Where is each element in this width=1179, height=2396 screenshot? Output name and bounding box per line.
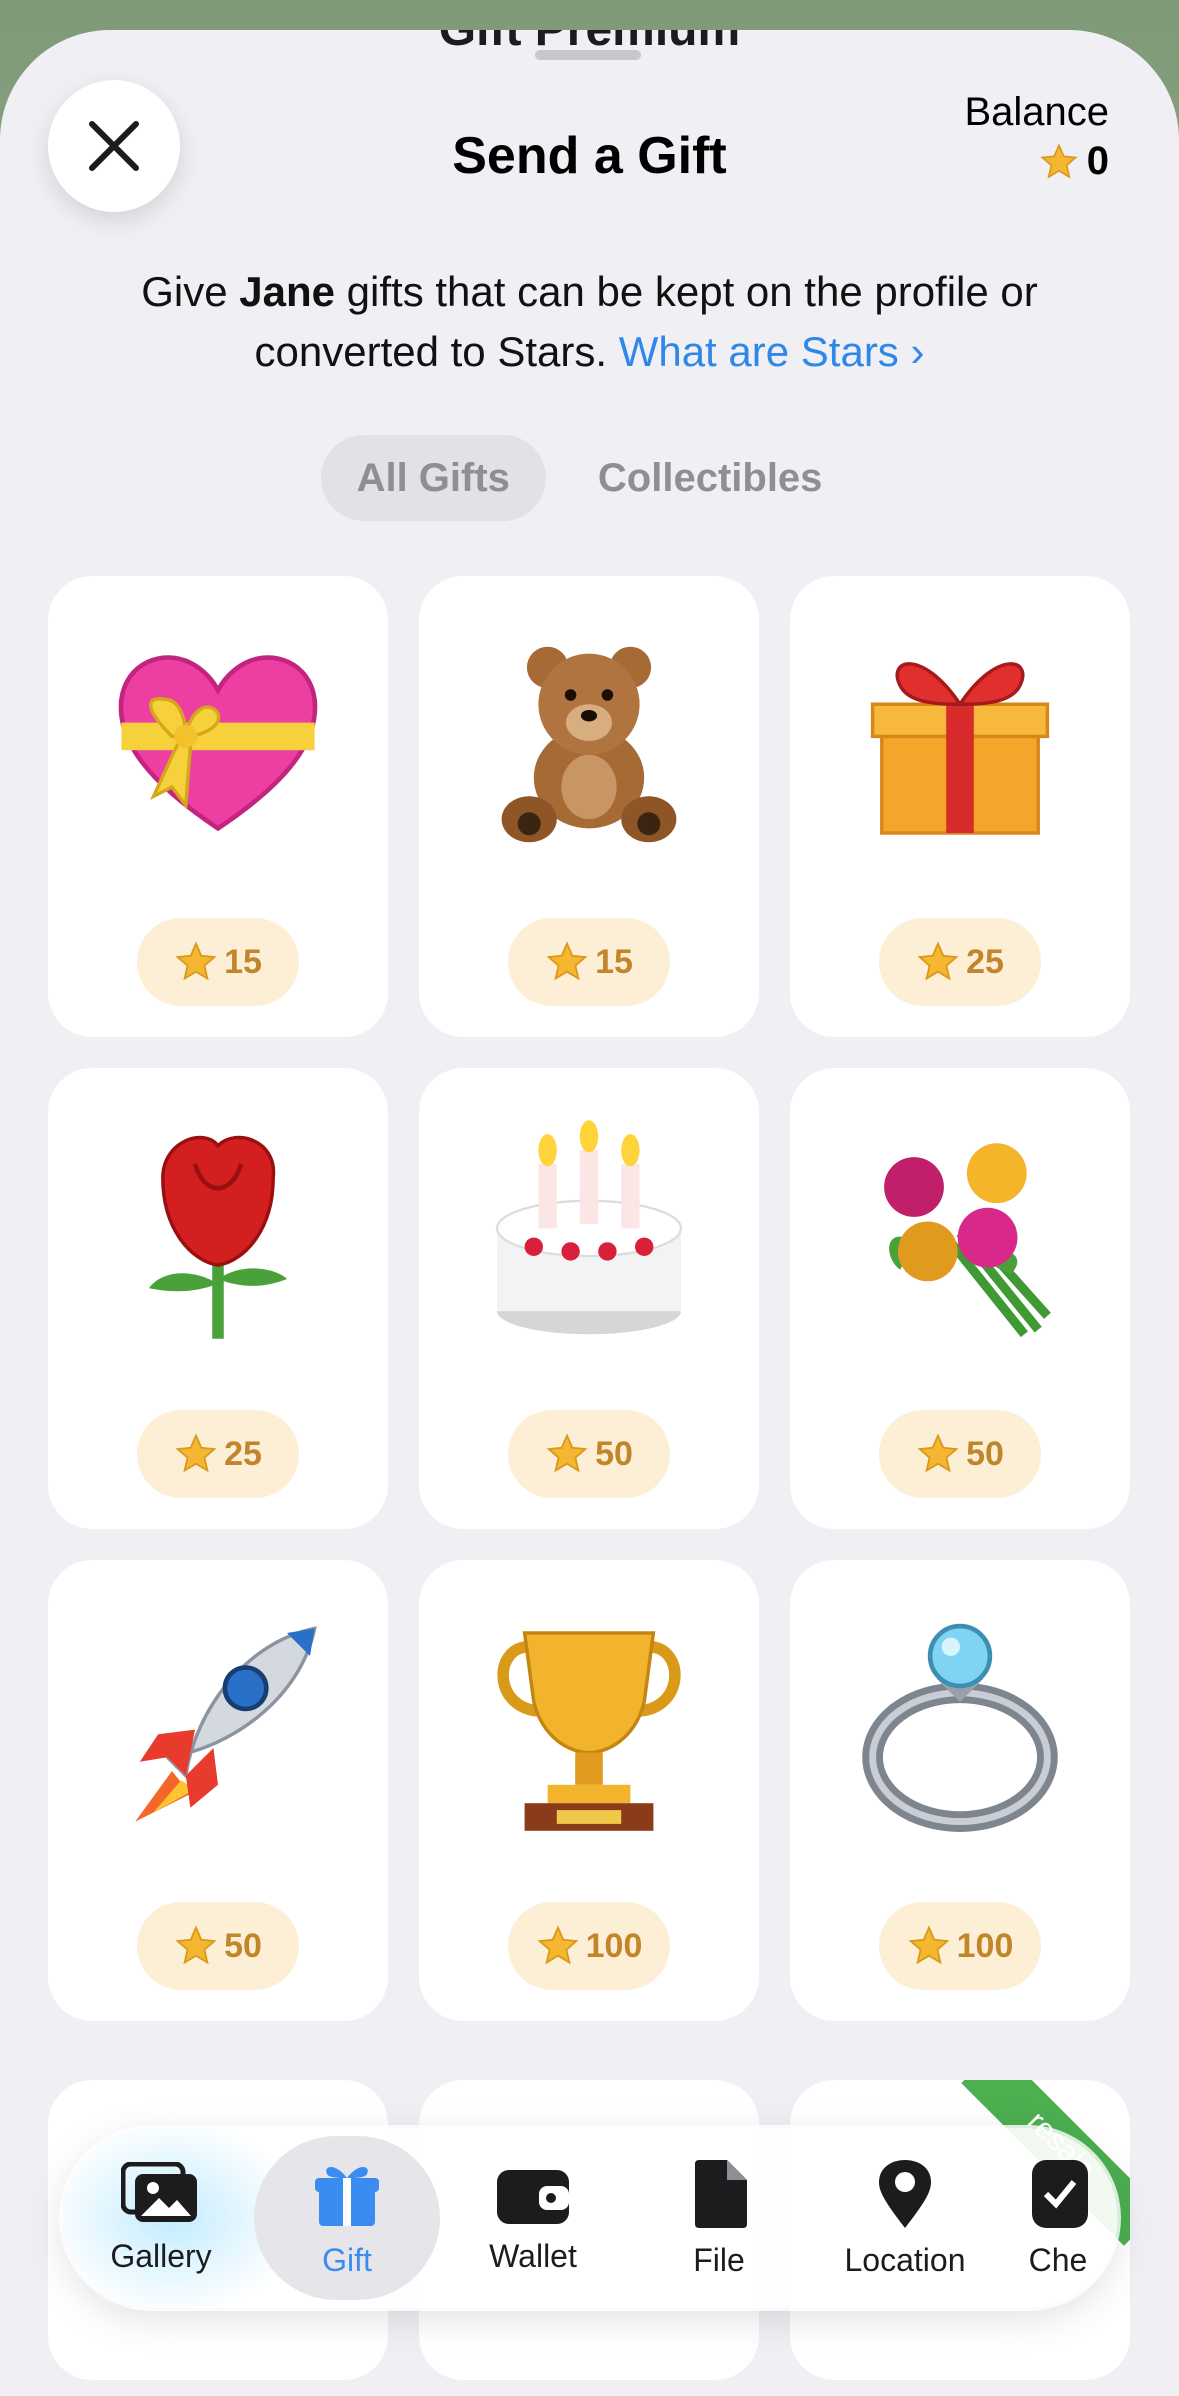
star-icon: [546, 941, 588, 981]
balance-label: Balance: [964, 90, 1109, 134]
star-icon: [1040, 142, 1078, 179]
bouquet-icon: [884, 1143, 1051, 1338]
price-label: 15: [224, 942, 262, 981]
gift-sheet: Gift Premium Send a Gift Balance 0 Give …: [0, 30, 1179, 2396]
price-label: 50: [224, 1926, 262, 1965]
tab-file[interactable]: File: [626, 2136, 812, 2300]
star-icon: [175, 941, 217, 981]
price-pill: 25: [137, 1410, 299, 1498]
price-pill: 15: [508, 918, 670, 1006]
ring-icon: [862, 1623, 1058, 1832]
rocket-icon: [135, 1626, 317, 1822]
gift-card[interactable]: 100: [419, 1560, 759, 2021]
star-icon: [546, 1433, 588, 1473]
tab-gallery-label: Gallery: [110, 2237, 212, 2274]
gift-card[interactable]: 15: [419, 576, 759, 1037]
file-icon: [695, 2159, 747, 2228]
price-label: 50: [966, 1434, 1004, 1473]
star-icon: [537, 1925, 579, 1965]
gift-box-icon: [870, 662, 1050, 835]
price-label: 100: [585, 1926, 643, 1965]
desc-prefix: Give: [141, 268, 240, 315]
gift-description: Give Jane gifts that can be kept on the …: [80, 262, 1099, 382]
tab-location-label: Location: [844, 2241, 966, 2278]
tab-gift-label: Gift: [322, 2241, 372, 2278]
birthday-cake-icon: [495, 1120, 683, 1335]
gift-card[interactable]: 25: [790, 576, 1130, 1037]
gift-card[interactable]: 50: [48, 1560, 388, 2021]
attachment-tabbar: Gallery Gift Wallet File Location Che: [62, 2128, 1118, 2308]
price-pill: 25: [879, 918, 1041, 1006]
recipient-name: Jane: [239, 268, 335, 315]
sheet-grabber[interactable]: [535, 50, 641, 60]
tab-gift[interactable]: Gift: [254, 2136, 440, 2300]
gift-card[interactable]: 50: [790, 1068, 1130, 1529]
star-icon: [917, 1433, 959, 1473]
heart-gift-icon: [118, 655, 318, 832]
gift-grid: 15 15 25 25 50 50 50 100 100: [48, 576, 1130, 2021]
star-icon: [908, 1925, 950, 1965]
gift-card[interactable]: 15: [48, 576, 388, 1037]
price-label: 25: [224, 1434, 262, 1473]
price-label: 100: [956, 1926, 1014, 1965]
tab-checklist-label: Che: [1028, 2241, 1088, 2278]
tab-location[interactable]: Location: [812, 2136, 998, 2300]
price-pill: 50: [508, 1410, 670, 1498]
balance-display: Balance 0: [964, 90, 1109, 184]
gift-tabs: All Gifts Collectibles: [0, 435, 1179, 521]
gift-card[interactable]: 25: [48, 1068, 388, 1529]
checklist-icon: [1032, 2159, 1088, 2228]
what-are-stars-label: What are Stars: [618, 328, 899, 375]
price-pill: 100: [879, 1902, 1041, 1990]
tab-wallet-label: Wallet: [489, 2237, 577, 2274]
tab-file-label: File: [693, 2241, 745, 2278]
wallet-icon: [497, 2169, 569, 2224]
tab-gallery[interactable]: Gallery: [68, 2136, 254, 2300]
tab-checklist[interactable]: Che: [998, 2136, 1118, 2300]
star-icon: [175, 1433, 217, 1473]
price-pill: 15: [137, 918, 299, 1006]
teddy-bear-icon: [501, 646, 677, 843]
balance-amount: 0: [1086, 139, 1109, 183]
price-label: 25: [966, 942, 1004, 981]
star-icon: [917, 941, 959, 981]
gift-card[interactable]: 50: [419, 1068, 759, 1529]
price-label: 50: [595, 1434, 633, 1473]
price-label: 15: [595, 942, 633, 981]
gift-card[interactable]: 100: [790, 1560, 1130, 2021]
price-pill: 100: [508, 1902, 670, 1990]
gallery-icon: [121, 2161, 197, 2222]
location-icon: [879, 2159, 931, 2228]
price-pill: 50: [879, 1410, 1041, 1498]
rose-icon: [149, 1135, 287, 1339]
what-are-stars-link[interactable]: What are Stars ›: [619, 328, 925, 375]
chevron-right-icon: ›: [910, 328, 925, 375]
trophy-icon: [497, 1631, 681, 1831]
gift-icon: [315, 2166, 379, 2226]
tab-collectibles[interactable]: Collectibles: [562, 435, 859, 521]
price-pill: 50: [137, 1902, 299, 1990]
tab-wallet[interactable]: Wallet: [440, 2136, 626, 2300]
star-icon: [175, 1925, 217, 1965]
tab-all-gifts[interactable]: All Gifts: [320, 435, 546, 521]
